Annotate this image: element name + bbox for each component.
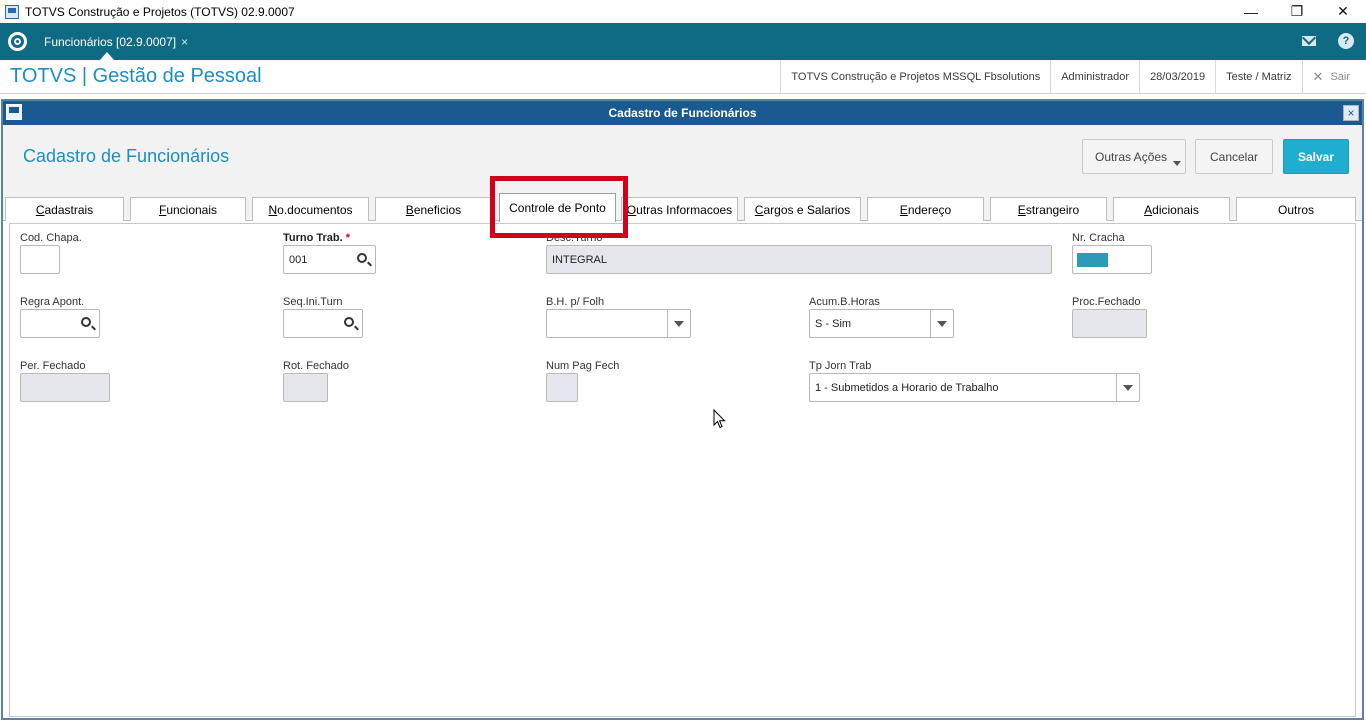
tab-documentos[interactable]: No.documentos bbox=[252, 197, 369, 221]
turno-trab-value: 001 bbox=[289, 253, 308, 266]
form-header: Cadastro de Funcionários Outras Ações Ca… bbox=[3, 125, 1362, 185]
header-info: TOTVS Construção e Projetos MSSQL Fbsolu… bbox=[780, 60, 1366, 94]
acum-b-horas-value: S - Sim bbox=[815, 317, 852, 330]
base-date: 28/03/2019 bbox=[1139, 60, 1215, 94]
tab-outras-informacoes[interactable]: Outras Informacoes bbox=[621, 197, 738, 221]
cracha-color-swatch bbox=[1077, 252, 1108, 267]
regra-apont-field[interactable] bbox=[20, 309, 100, 338]
turno-trab-field[interactable]: 001 bbox=[283, 245, 376, 274]
tab-beneficios[interactable]: Beneficios bbox=[375, 197, 492, 221]
tab-adicionais[interactable]: Adicionais bbox=[1113, 197, 1230, 221]
proc-fechado-label: Proc.Fechado bbox=[1072, 296, 1141, 308]
per-fechado-field bbox=[20, 373, 110, 402]
cod-chapa-field[interactable] bbox=[20, 245, 60, 274]
chevron-down-icon bbox=[1173, 161, 1181, 166]
acum-b-horas-select[interactable]: S - Sim bbox=[809, 309, 954, 338]
other-actions-button[interactable]: Outras Ações bbox=[1082, 139, 1186, 174]
tab-estrangeiro[interactable]: Estrangeiro bbox=[990, 197, 1107, 221]
save-button[interactable]: Salvar bbox=[1283, 139, 1349, 174]
window-titlebar: TOTVS Construção e Projetos (TOTVS) 02.9… bbox=[0, 0, 1366, 23]
close-tab-icon[interactable]: × bbox=[181, 35, 188, 49]
rot-fechado-label: Rot. Fechado bbox=[283, 360, 350, 372]
branch-name: Teste / Matriz bbox=[1215, 60, 1301, 94]
tab-funcionais[interactable]: Funcionais bbox=[130, 197, 246, 221]
exit-label: Sair bbox=[1330, 71, 1350, 83]
company-name: TOTVS Construção e Projetos MSSQL Fbsolu… bbox=[780, 60, 1050, 94]
seq-ini-turn-field[interactable] bbox=[283, 309, 363, 338]
nr-cracha-label: Nr. Cracha bbox=[1072, 232, 1125, 244]
other-actions-label: Outras Ações bbox=[1095, 149, 1168, 164]
minimize-button[interactable]: — bbox=[1228, 0, 1274, 23]
per-fechado-label: Per. Fechado bbox=[20, 360, 86, 372]
tab-cargos-e-salarios[interactable]: Cargos e Salarios bbox=[744, 197, 861, 221]
tab-controle-de-ponto[interactable]: Controle de Ponto bbox=[499, 193, 616, 222]
help-icon[interactable]: ? bbox=[1338, 33, 1354, 49]
chevron-down-icon bbox=[674, 321, 684, 327]
close-window-button[interactable]: ✕ bbox=[1320, 0, 1366, 23]
dialog-titlebar: Cadastro de Funcionários × bbox=[3, 101, 1362, 125]
proc-fechado-field bbox=[1072, 309, 1147, 338]
exit-button[interactable]: ✕ Sair bbox=[1301, 60, 1366, 94]
num-pag-fech-label: Num Pag Fech bbox=[546, 360, 620, 372]
app-window-icon bbox=[5, 4, 19, 19]
tp-jorn-trab-select[interactable]: 1 - Submetidos a Horario de Trabalho bbox=[809, 373, 1140, 402]
active-tab-pointer bbox=[100, 52, 114, 60]
tab-outros[interactable]: Outros bbox=[1236, 197, 1356, 221]
desc-turno-field: INTEGRAL bbox=[546, 245, 1052, 274]
search-icon[interactable] bbox=[357, 253, 367, 263]
chevron-down-icon bbox=[1123, 385, 1133, 391]
home-icon[interactable] bbox=[8, 32, 27, 51]
tab-cadastrais[interactable]: Cadastrais bbox=[5, 197, 124, 221]
turno-trab-label: Turno Trab. * bbox=[283, 232, 351, 244]
chevron-down-icon bbox=[937, 321, 947, 327]
tp-jorn-trab-value: 1 - Submetidos a Horario de Trabalho bbox=[815, 381, 999, 394]
form-panel: Cod. Chapa. Turno Trab. * 001 Desc.Turno… bbox=[9, 223, 1356, 717]
employee-dialog: Cadastro de Funcionários × Cadastro de F… bbox=[1, 99, 1364, 720]
dialog-window-icon bbox=[6, 104, 22, 120]
dialog-close-button[interactable]: × bbox=[1343, 105, 1359, 121]
app-tab-bar: Funcionários [02.9.0007] × ? bbox=[0, 23, 1366, 60]
tp-jorn-trab-label: Tp Jorn Trab bbox=[809, 360, 872, 372]
cod-chapa-label: Cod. Chapa. bbox=[20, 232, 82, 244]
seq-ini-turn-label: Seq.Ini.Turn bbox=[283, 296, 343, 308]
required-marker: * bbox=[345, 232, 351, 244]
regra-apont-label: Regra Apont. bbox=[20, 296, 85, 308]
bh-folh-label: B.H. p/ Folh bbox=[546, 296, 605, 308]
bh-folh-select[interactable] bbox=[546, 309, 691, 338]
search-icon[interactable] bbox=[81, 317, 91, 327]
acum-b-horas-label: Acum.B.Horas bbox=[809, 296, 880, 308]
form-title: Cadastro de Funcionários bbox=[23, 146, 230, 166]
rot-fechado-field bbox=[283, 373, 328, 402]
nr-cracha-field[interactable] bbox=[1072, 245, 1152, 274]
user-name: Administrador bbox=[1050, 60, 1139, 94]
search-icon[interactable] bbox=[344, 317, 354, 327]
form-tabs: Cadastrais Funcionais No.documentos Bene… bbox=[3, 185, 1362, 222]
cancel-button[interactable]: Cancelar bbox=[1195, 139, 1273, 174]
tab-endereco[interactable]: Endereço bbox=[867, 197, 984, 221]
window-controls: — ❐ ✕ bbox=[1228, 0, 1366, 23]
num-pag-fech-field bbox=[546, 373, 578, 402]
window-title: TOTVS Construção e Projetos (TOTVS) 02.9… bbox=[25, 4, 295, 19]
exit-icon: ✕ bbox=[1312, 69, 1324, 84]
app-header: TOTVS | Gestão de Pessoal TOTVS Construç… bbox=[0, 60, 1366, 94]
mail-icon[interactable] bbox=[1302, 36, 1316, 46]
dialog-title: Cadastro de Funcionários bbox=[608, 106, 757, 120]
app-tab-funcionarios[interactable]: Funcionários [02.9.0007] × bbox=[38, 23, 194, 60]
restore-button[interactable]: ❐ bbox=[1274, 0, 1320, 23]
app-tab-label: Funcionários [02.9.0007] bbox=[44, 34, 177, 49]
module-title: TOTVS | Gestão de Pessoal bbox=[10, 65, 262, 87]
desc-turno-label: Desc.Turno bbox=[546, 232, 603, 244]
